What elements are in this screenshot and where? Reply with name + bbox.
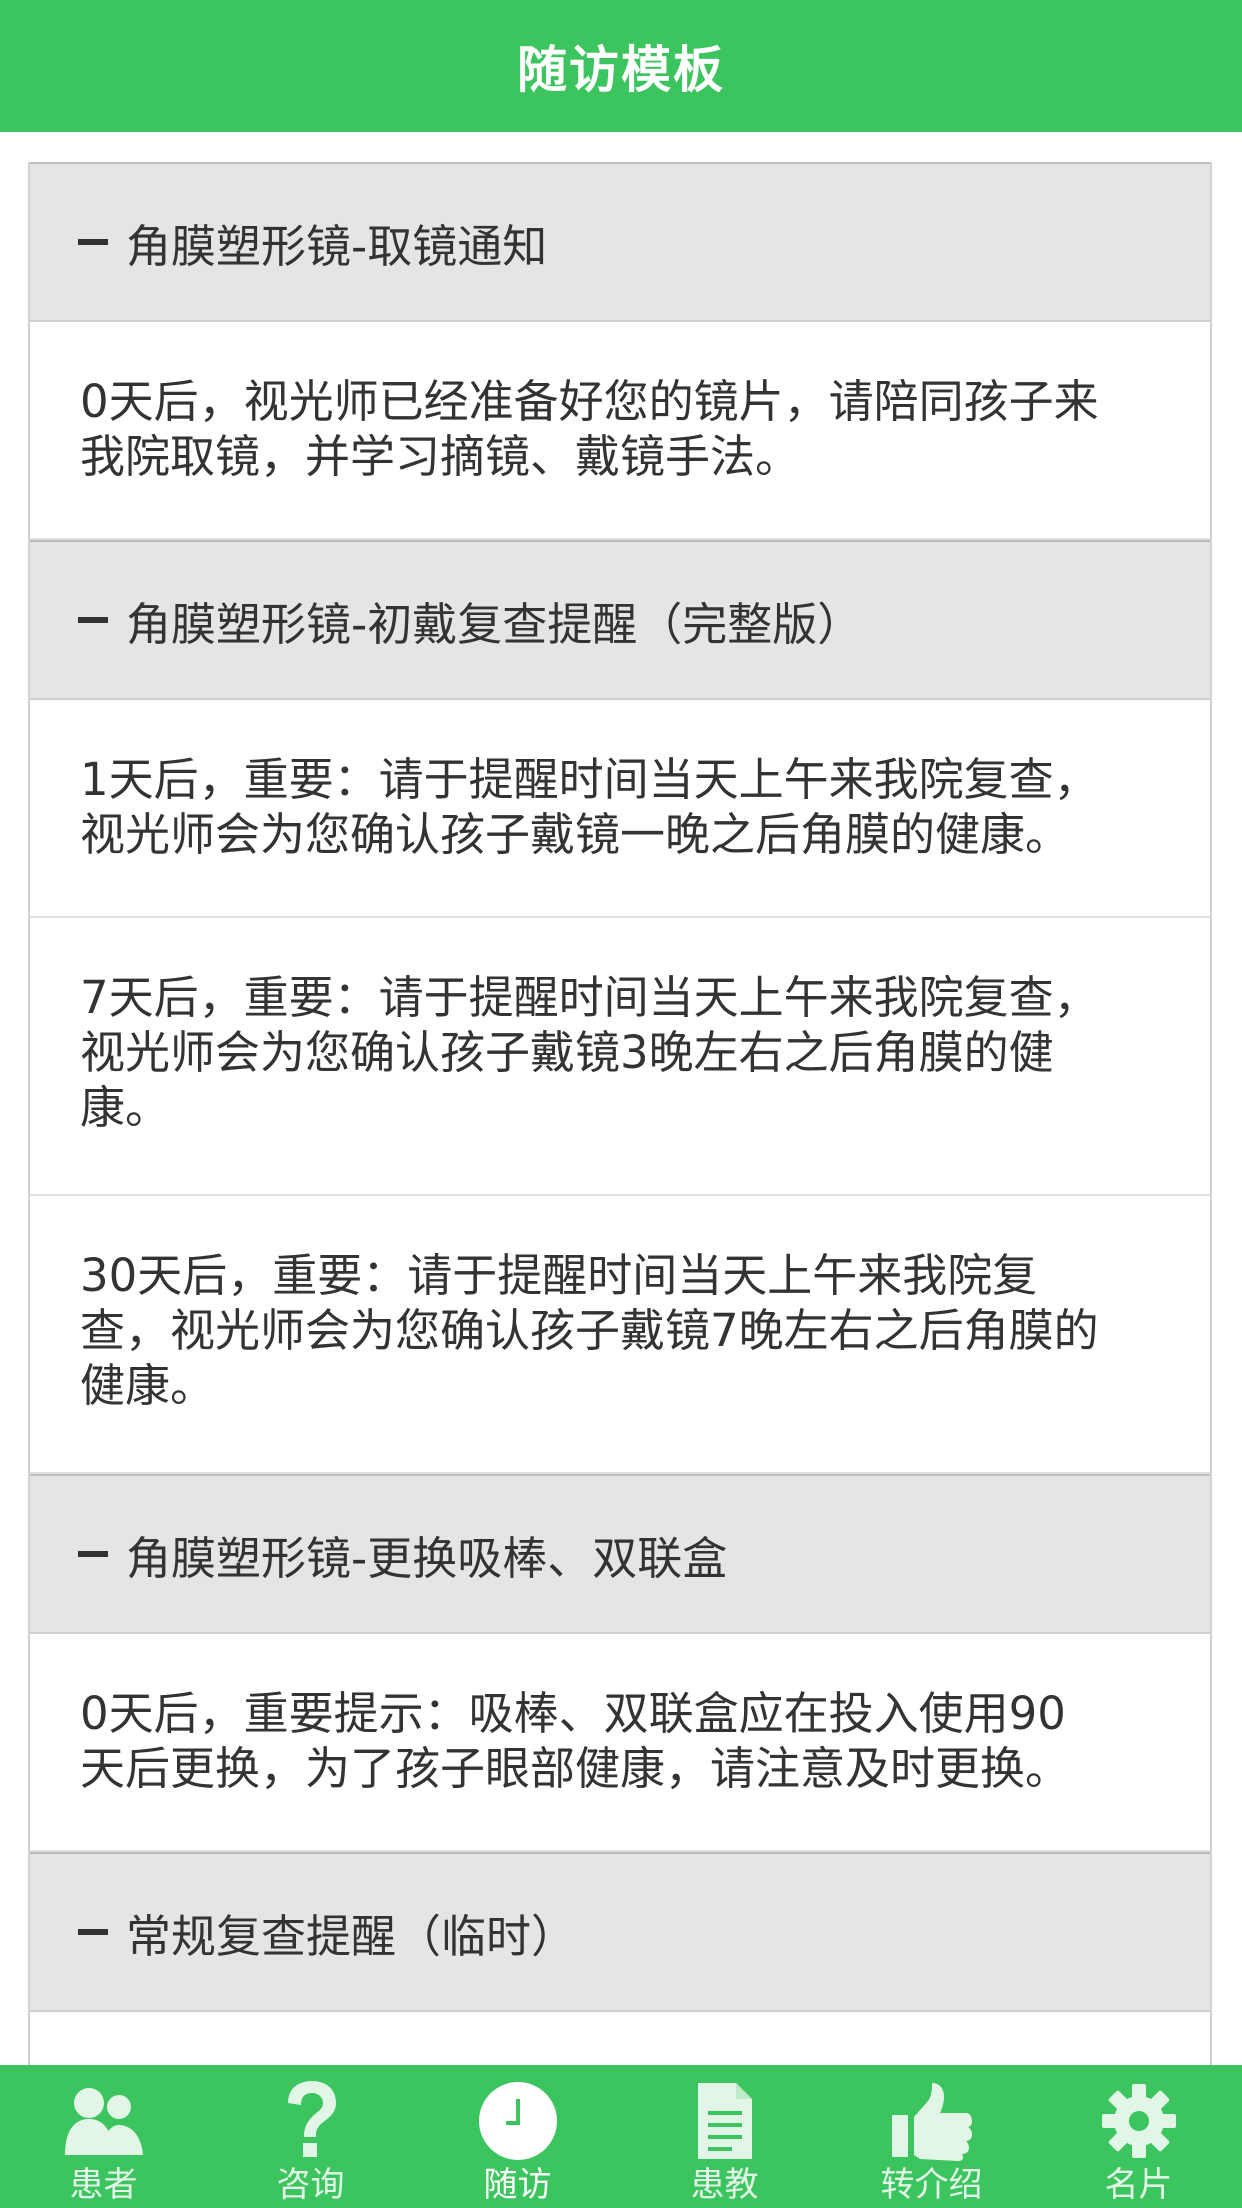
- template-item-line: 查，视光师会为您确认孩子戴镜7晚左右之后角膜的: [80, 1304, 1099, 1357]
- clock-icon: [473, 2079, 563, 2163]
- document-icon: [680, 2079, 770, 2163]
- template-item-line: 康。: [80, 1081, 171, 1134]
- tab-followup[interactable]: 随访: [414, 2065, 621, 2208]
- tab-label: 随访: [483, 2165, 552, 2205]
- tab-patient-education[interactable]: 患教: [621, 2065, 828, 2208]
- thumbs-up-icon: [887, 2079, 977, 2163]
- bottom-tab-bar: 患者 咨询 随访 患教 转介绍 名片: [0, 2065, 1242, 2208]
- template-item[interactable]: 0天后，重要提示：吸棒、双联盒应在投入使用90 天后更换，为了孩子眼部健康，请注…: [30, 1634, 1210, 1852]
- template-item-line: 0天后，视光师已经准备好您的镜片，请陪同孩子来: [80, 375, 1099, 428]
- template-item[interactable]: 1天后，重要：请于提醒时间当天上午来我院复查， 视光师会为您确认孩子戴镜一晚之后…: [30, 700, 1210, 918]
- template-item-partial[interactable]: [30, 2012, 1210, 2065]
- template-item-line: 视光师会为您确认孩子戴镜一晚之后角膜的健康。: [80, 808, 1071, 861]
- template-item-line: 天后更换，为了孩子眼部健康，请注意及时更换。: [80, 1742, 1071, 1795]
- group-title: 角膜塑形镜-更换吸棒、双联盒: [126, 1531, 728, 1585]
- tab-business-card[interactable]: 名片: [1035, 2065, 1242, 2208]
- tab-label: 转介绍: [880, 2165, 983, 2205]
- template-list[interactable]: 角膜塑形镜-取镜通知 0天后，视光师已经准备好您的镜片，请陪同孩子来 我院取镜，…: [28, 162, 1212, 2065]
- group-title: 角膜塑形镜-取镜通知: [126, 219, 548, 273]
- collapse-minus-icon: [78, 1929, 108, 1935]
- collapse-minus-icon: [78, 1551, 108, 1557]
- template-item-line: 健康。: [80, 1359, 216, 1412]
- tab-label: 名片: [1104, 2165, 1173, 2205]
- people-icon: [59, 2079, 149, 2163]
- template-item-line: 0天后，重要提示：吸棒、双联盒应在投入使用90: [80, 1687, 1066, 1740]
- template-item-line: 7天后，重要：请于提醒时间当天上午来我院复查，: [80, 971, 1099, 1024]
- group-header-ortho-k-replace-accessories[interactable]: 角膜塑形镜-更换吸棒、双联盒: [30, 1474, 1210, 1634]
- group-header-routine-checkup[interactable]: 常规复查提醒（临时）: [30, 1852, 1210, 2012]
- gear-icon: [1094, 2079, 1184, 2163]
- tab-referral[interactable]: 转介绍: [828, 2065, 1035, 2208]
- template-item-line: 30天后，重要：请于提醒时间当天上午来我院复: [80, 1249, 1038, 1302]
- tab-patients[interactable]: 患者: [0, 2065, 207, 2208]
- group-header-ortho-k-first-wear-checkup[interactable]: 角膜塑形镜-初戴复查提醒（完整版）: [30, 540, 1210, 700]
- collapse-minus-icon: [78, 239, 108, 245]
- tab-label: 患教: [690, 2165, 759, 2205]
- template-item-line: 视光师会为您确认孩子戴镜3晚左右之后角膜的健: [80, 1026, 1054, 1079]
- template-item-line: 1天后，重要：请于提醒时间当天上午来我院复查，: [80, 753, 1099, 806]
- tab-label: 咨询: [276, 2165, 345, 2205]
- group-title: 常规复查提醒（临时）: [126, 1909, 577, 1963]
- question-icon: [266, 2079, 356, 2163]
- tab-consult[interactable]: 咨询: [207, 2065, 414, 2208]
- template-item-line: 我院取镜，并学习摘镜、戴镜手法。: [80, 430, 801, 483]
- template-item[interactable]: 0天后，视光师已经准备好您的镜片，请陪同孩子来 我院取镜，并学习摘镜、戴镜手法。: [30, 322, 1210, 540]
- page-title: 随访模板: [517, 41, 725, 99]
- collapse-minus-icon: [78, 617, 108, 623]
- tab-label: 患者: [69, 2165, 138, 2205]
- template-item[interactable]: 7天后，重要：请于提醒时间当天上午来我院复查， 视光师会为您确认孩子戴镜3晚左右…: [30, 918, 1210, 1196]
- group-header-ortho-k-pickup[interactable]: 角膜塑形镜-取镜通知: [30, 162, 1210, 322]
- group-title: 角膜塑形镜-初戴复查提醒（完整版）: [126, 597, 863, 651]
- page-header: 随访模板: [0, 0, 1242, 132]
- template-item[interactable]: 30天后，重要：请于提醒时间当天上午来我院复 查，视光师会为您确认孩子戴镜7晚左…: [30, 1196, 1210, 1474]
